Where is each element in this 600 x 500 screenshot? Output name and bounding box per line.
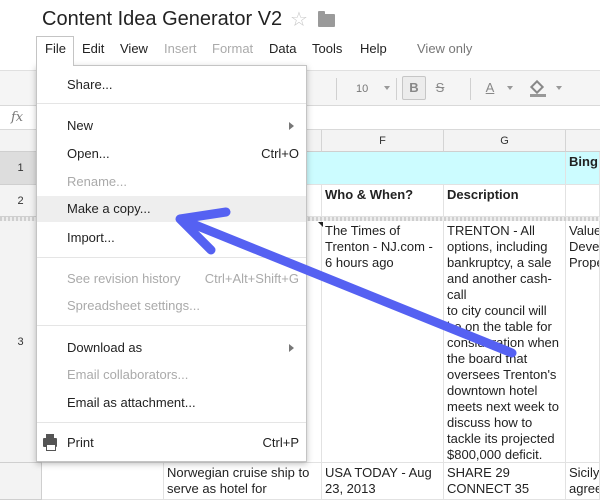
menu-separator xyxy=(37,422,306,423)
menu-item-print[interactable]: Print Ctrl+P xyxy=(37,430,306,456)
strikethrough-button[interactable]: S xyxy=(428,76,452,100)
menu-edit[interactable]: Edit xyxy=(82,41,104,56)
column-header-f[interactable]: F xyxy=(322,130,444,152)
toolbar-separator xyxy=(336,78,337,100)
cell-f3[interactable]: The Times of Trenton - NJ.com - 6 hours … xyxy=(322,221,444,463)
menu-item-label: Rename... xyxy=(67,174,127,189)
menu-item-label: Email as attachment... xyxy=(67,395,196,410)
menu-item-label: See revision history xyxy=(67,271,181,286)
menu-tools[interactable]: Tools xyxy=(312,41,342,56)
column-header-g[interactable]: G xyxy=(444,130,566,152)
fx-icon: fx xyxy=(11,110,24,125)
menu-item-shortcut: Ctrl+Alt+Shift+G xyxy=(204,271,299,286)
submenu-arrow-icon xyxy=(289,344,294,352)
menu-item-download-as[interactable]: Download as xyxy=(37,335,306,361)
font-size-value: 10 xyxy=(356,83,369,95)
menu-item-label: Open... xyxy=(67,146,110,161)
menu-item-email-collaborators[interactable]: Email collaborators... xyxy=(37,362,306,388)
menu-format[interactable]: Format xyxy=(212,41,253,56)
menu-help[interactable]: Help xyxy=(360,41,387,56)
menu-item-revision-history[interactable]: See revision history Ctrl+Alt+Shift+G xyxy=(37,266,306,292)
menu-item-open[interactable]: Open... Ctrl+O xyxy=(37,141,306,167)
menu-item-label: Email collaborators... xyxy=(67,367,189,382)
fill-color-button[interactable] xyxy=(526,76,550,100)
text-color-button[interactable]: A xyxy=(478,76,502,100)
folder-icon[interactable] xyxy=(318,11,335,27)
menu-item-shortcut: Ctrl+O xyxy=(261,146,299,161)
menu-item-spreadsheet-settings[interactable]: Spreadsheet settings... xyxy=(37,293,306,319)
column-header[interactable] xyxy=(566,130,600,152)
menu-item-label: Spreadsheet settings... xyxy=(67,298,200,313)
menu-bar: Edit View Insert Format Data Tools Help … xyxy=(0,36,600,64)
menu-item-share[interactable]: Share... xyxy=(37,72,306,98)
submenu-arrow-icon xyxy=(289,122,294,130)
title-bar: Content Idea Generator V2 ☆ xyxy=(0,0,600,36)
cell-f2[interactable]: Who & When? xyxy=(322,185,444,217)
bold-button[interactable]: B xyxy=(402,76,426,100)
menu-separator xyxy=(37,257,306,258)
cell[interactable] xyxy=(42,463,164,500)
chevron-down-icon xyxy=(556,86,562,90)
menu-item-label: Import... xyxy=(67,230,115,245)
note-marker-icon xyxy=(318,222,323,227)
view-only-label: View only xyxy=(417,41,473,56)
row-header-4[interactable] xyxy=(0,463,42,500)
menu-item-email-attachment[interactable]: Email as attachment... xyxy=(37,390,306,416)
menu-view[interactable]: View xyxy=(120,41,148,56)
cell-h4[interactable]: Sicily agree xyxy=(566,463,600,500)
menu-item-import[interactable]: Import... xyxy=(37,225,306,251)
cell-g3[interactable]: TRENTON - All options, including bankrup… xyxy=(444,221,566,463)
toolbar-separator xyxy=(396,78,397,100)
paint-bucket-icon xyxy=(529,79,545,95)
menu-item-label: New xyxy=(67,118,94,133)
cell-e4[interactable]: Norwegian cruise ship to serve as hotel … xyxy=(164,463,322,500)
document-title[interactable]: Content Idea Generator V2 xyxy=(42,8,282,31)
cell-h1[interactable]: Bing xyxy=(566,152,600,185)
menu-item-shortcut: Ctrl+P xyxy=(262,435,299,450)
fill-color-swatch xyxy=(530,94,546,97)
star-icon[interactable]: ☆ xyxy=(290,9,308,31)
menu-file[interactable]: File xyxy=(36,36,74,66)
menu-data[interactable]: Data xyxy=(269,41,296,56)
menu-item-label: Share... xyxy=(67,77,113,92)
cell-g4[interactable]: SHARE 29 CONNECT 35 xyxy=(444,463,566,500)
menu-item-label: Print xyxy=(67,435,94,450)
menu-separator xyxy=(37,325,306,326)
cell[interactable] xyxy=(566,185,600,217)
menu-item-label: Make a copy... xyxy=(67,201,151,216)
menu-separator xyxy=(37,103,306,104)
toolbar-separator xyxy=(470,78,471,100)
cell-g2[interactable]: Description xyxy=(444,185,566,217)
cell-h3[interactable]: Value Devel Prope xyxy=(566,221,600,463)
menu-item-new[interactable]: New xyxy=(37,113,306,139)
menu-file-label: File xyxy=(45,41,66,56)
chevron-down-icon xyxy=(507,86,513,90)
chevron-down-icon xyxy=(384,86,390,90)
cell-f4[interactable]: USA TODAY - Aug 23, 2013 xyxy=(322,463,444,500)
menu-item-make-a-copy[interactable]: Make a copy... xyxy=(37,196,306,222)
printer-icon xyxy=(43,434,57,451)
menu-item-label: Download as xyxy=(67,340,143,355)
file-menu-dropdown: Share... New Open... Ctrl+O Rename... Ma… xyxy=(36,65,307,462)
menu-insert[interactable]: Insert xyxy=(164,41,197,56)
font-size-select[interactable]: 10 xyxy=(350,80,390,98)
menu-item-rename[interactable]: Rename... xyxy=(37,169,306,195)
